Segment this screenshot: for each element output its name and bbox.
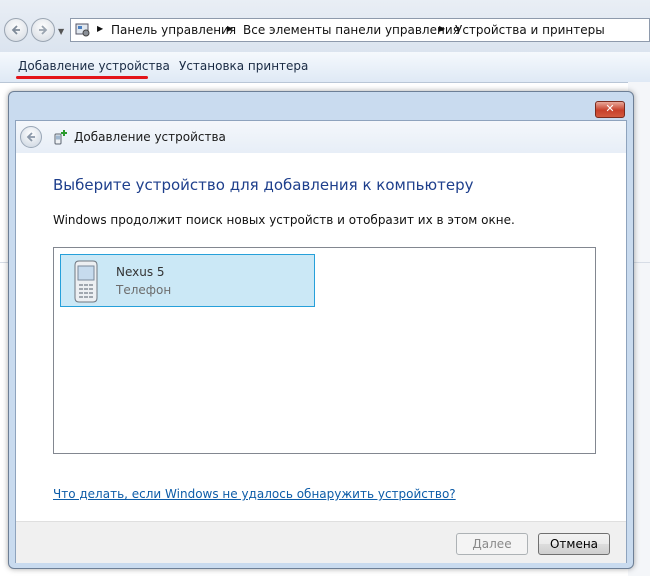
- history-dropdown-icon[interactable]: ▼: [58, 27, 64, 36]
- address-box[interactable]: ▶ Панель управления ▶ Все элементы панел…: [70, 18, 650, 42]
- back-arrow-icon: [26, 132, 35, 142]
- add-device-icon: [54, 130, 67, 145]
- explorer-address-bar: ▼ ▶ Панель управления ▶ Все элементы пан…: [0, 0, 650, 52]
- breadcrumb-all-items[interactable]: Все элементы панели управления: [243, 23, 460, 37]
- back-button[interactable]: [4, 18, 28, 42]
- control-panel-icon: [75, 23, 90, 37]
- device-list[interactable]: Nexus 5 Телефон: [53, 247, 596, 454]
- dialog-title: Добавление устройства: [74, 130, 226, 144]
- add-device-command[interactable]: Добавление устройства: [18, 59, 170, 73]
- breadcrumb-control-panel[interactable]: Панель управления: [111, 23, 236, 37]
- device-type: Телефон: [116, 283, 172, 297]
- dialog-back-button[interactable]: [20, 126, 42, 148]
- back-arrow-icon: [11, 25, 20, 35]
- dialog-client-area: Добавление устройства Выберите устройств…: [15, 120, 627, 563]
- cancel-button[interactable]: Отмена: [538, 533, 610, 555]
- close-button[interactable]: ✕: [595, 101, 625, 118]
- phone-icon: [74, 260, 98, 303]
- device-name: Nexus 5: [116, 265, 165, 279]
- forward-button[interactable]: [31, 18, 55, 42]
- breadcrumb-separator-icon[interactable]: ▶: [227, 24, 233, 33]
- add-device-dialog: ✕ Добавление устройства Выберите устройс…: [8, 91, 634, 569]
- list-item-nexus-5[interactable]: Nexus 5 Телефон: [60, 254, 315, 307]
- breadcrumb-devices-printers[interactable]: Устройства и принтеры: [455, 23, 605, 37]
- highlight-underline: [16, 76, 148, 79]
- device-not-found-help-link[interactable]: Что делать, если Windows не удалось обна…: [53, 487, 456, 501]
- dialog-footer: Далее Отмена: [16, 521, 626, 563]
- install-printer-command[interactable]: Установка принтера: [179, 59, 308, 73]
- dialog-heading: Выберите устройство для добавления к ком…: [53, 176, 474, 194]
- forward-arrow-icon: [39, 25, 48, 35]
- breadcrumb-separator-icon[interactable]: ▶: [439, 24, 445, 33]
- breadcrumb-separator-icon[interactable]: ▶: [97, 24, 103, 33]
- dialog-header: Добавление устройства: [16, 121, 626, 153]
- next-button[interactable]: Далее: [456, 533, 528, 555]
- explorer-divider: [0, 262, 8, 263]
- dialog-description: Windows продолжит поиск новых устройств …: [53, 213, 515, 227]
